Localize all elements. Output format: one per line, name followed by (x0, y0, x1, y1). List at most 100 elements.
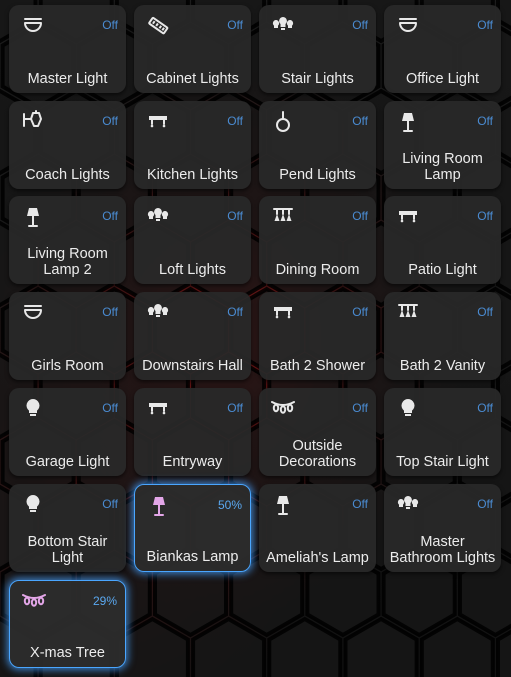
light-state: Off (102, 114, 118, 128)
light-tile[interactable]: Off Dining Room (259, 196, 376, 284)
light-state: 50% (217, 498, 242, 512)
light-state: Off (102, 401, 118, 415)
string-lights-icon (22, 590, 46, 614)
light-state: Off (227, 209, 243, 223)
chandelier-icon (271, 205, 295, 229)
light-state: Off (352, 497, 368, 511)
light-state: Off (352, 305, 368, 319)
lightbulb-group-icon (271, 14, 295, 38)
track-light-icon (396, 205, 420, 229)
light-name: Bath 2 Shower (269, 358, 366, 374)
light-state: Off (227, 305, 243, 319)
lightbulb-group-icon (396, 493, 420, 517)
coach-lamp-icon (21, 110, 45, 134)
track-light-icon (146, 110, 170, 134)
pendant-light-icon (271, 110, 295, 134)
light-name: Ameliah's Lamp (266, 550, 369, 566)
light-tile[interactable]: Off Living Room Lamp (384, 101, 501, 189)
light-tile[interactable]: Off Living Room Lamp 2 (9, 196, 126, 284)
light-tile[interactable]: Off Office Light (384, 5, 501, 93)
light-name: Top Stair Light (396, 454, 489, 470)
light-name: Kitchen Lights (146, 167, 239, 183)
floor-lamp-icon (396, 110, 420, 134)
light-state: Off (227, 114, 243, 128)
light-name: Living Room Lamp 2 (27, 246, 108, 278)
light-tile[interactable]: Off Master Light (9, 5, 126, 93)
light-state: Off (102, 209, 118, 223)
light-name: Office Light (405, 71, 480, 87)
light-tile[interactable]: Off Coach Lights (9, 101, 126, 189)
light-name: Cabinet Lights (146, 71, 239, 87)
light-name: Dining Room (275, 262, 360, 278)
light-tile[interactable]: Off Entryway (134, 388, 251, 476)
light-tile[interactable]: Off Patio Light (384, 196, 501, 284)
light-state: Off (352, 114, 368, 128)
light-state: Off (352, 18, 368, 32)
light-tile[interactable]: Off Kitchen Lights (134, 101, 251, 189)
light-state: Off (102, 305, 118, 319)
floor-lamp-icon (21, 205, 45, 229)
light-name: Entryway (162, 454, 223, 470)
light-state: Off (477, 114, 493, 128)
string-lights-icon (271, 397, 295, 421)
light-name: Master Bathroom Lights (389, 534, 496, 566)
light-tile[interactable]: Off Stair Lights (259, 5, 376, 93)
light-state: Off (477, 401, 493, 415)
light-name: Biankas Lamp (146, 549, 239, 565)
floor-lamp-icon (147, 494, 171, 518)
light-name: Downstairs Hall (142, 358, 243, 374)
light-tile[interactable]: 29% X-mas Tree (9, 580, 126, 668)
light-name: Bath 2 Vanity (399, 358, 486, 374)
light-state: Off (477, 305, 493, 319)
light-name: Bottom Stair Light (27, 534, 108, 566)
ceiling-light-icon (21, 14, 45, 38)
light-name: Garage Light (25, 454, 110, 470)
track-light-icon (146, 397, 170, 421)
ceiling-light-icon (396, 14, 420, 38)
light-tile[interactable]: Off Garage Light (9, 388, 126, 476)
light-tile[interactable]: 50% Biankas Lamp (134, 484, 251, 572)
light-tile[interactable]: Off Bath 2 Vanity (384, 292, 501, 380)
light-state: Off (352, 401, 368, 415)
lightbulb-icon (21, 493, 45, 517)
light-tile[interactable]: Off Loft Lights (134, 196, 251, 284)
ceiling-light-icon (21, 301, 45, 325)
light-state: Off (477, 497, 493, 511)
lightbulb-icon (396, 397, 420, 421)
light-tile[interactable]: Off Cabinet Lights (134, 5, 251, 93)
lightbulb-icon (21, 397, 45, 421)
light-tile[interactable]: Off Top Stair Light (384, 388, 501, 476)
light-tile[interactable]: Off Downstairs Hall (134, 292, 251, 380)
light-state: Off (227, 18, 243, 32)
lightbulb-group-icon (146, 301, 170, 325)
light-state: Off (352, 209, 368, 223)
light-name: Loft Lights (159, 262, 226, 278)
light-state: Off (227, 401, 243, 415)
light-name: Pend Lights (279, 167, 356, 183)
light-tile[interactable]: Off Bath 2 Shower (259, 292, 376, 380)
light-name: Stair Lights (281, 71, 354, 87)
light-name: Outside Decorations (278, 438, 357, 470)
track-light-icon (271, 301, 295, 325)
light-tile[interactable]: Off Outside Decorations (259, 388, 376, 476)
light-state: Off (477, 18, 493, 32)
light-name: Coach Lights (25, 167, 110, 183)
light-tile[interactable]: Off Ameliah's Lamp (259, 484, 376, 572)
light-state: Off (102, 497, 118, 511)
lightbulb-group-icon (146, 205, 170, 229)
light-name: Living Room Lamp (402, 151, 483, 183)
dashboard: Off Master Light Off Cabinet Lights Off Stair… (0, 0, 511, 677)
light-name: Patio Light (408, 262, 477, 278)
light-tile[interactable]: Off Master Bathroom Lights (384, 484, 501, 572)
light-name: Girls Room (31, 358, 104, 374)
light-tile[interactable]: Off Girls Room (9, 292, 126, 380)
light-state: 29% (92, 594, 117, 608)
light-name: Master Light (27, 71, 108, 87)
chandelier-icon (396, 301, 420, 325)
light-state: Off (102, 18, 118, 32)
light-name: X-mas Tree (30, 645, 105, 661)
light-tile[interactable]: Off Pend Lights (259, 101, 376, 189)
light-tile[interactable]: Off Bottom Stair Light (9, 484, 126, 572)
light-state: Off (477, 209, 493, 223)
floor-lamp-icon (271, 493, 295, 517)
